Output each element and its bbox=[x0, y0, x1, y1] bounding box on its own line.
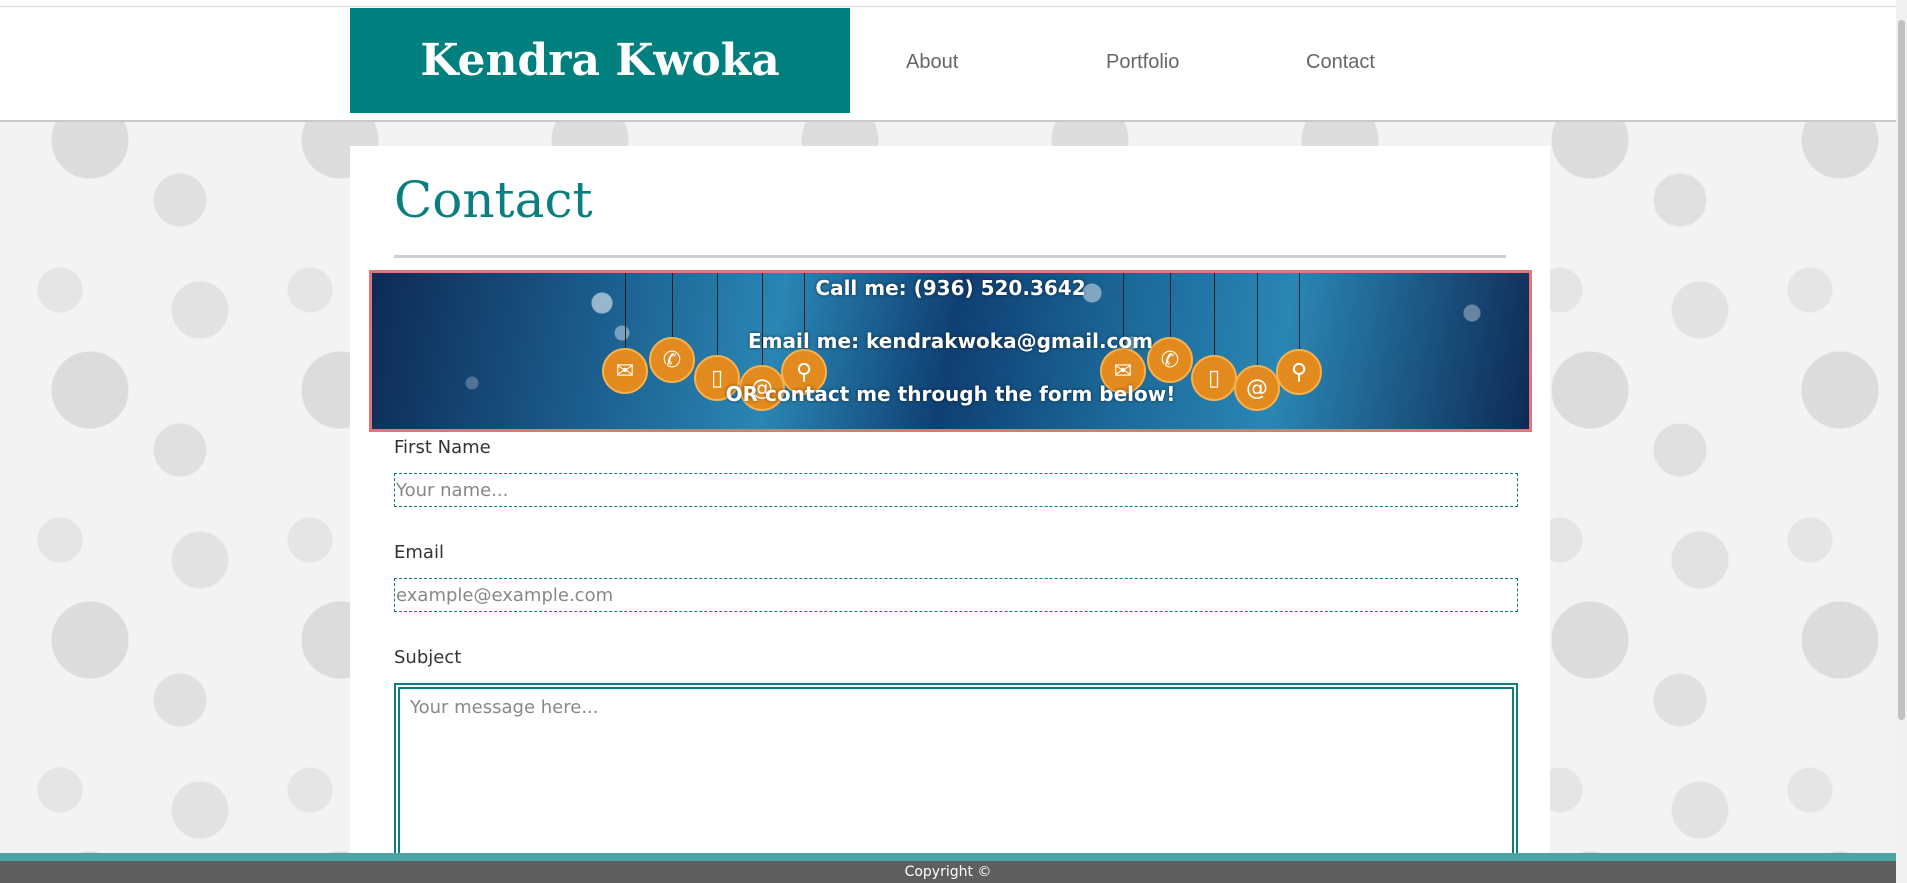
nav-link-about[interactable]: About bbox=[906, 51, 958, 74]
copyright-text: Copyright © bbox=[904, 864, 992, 880]
banner-phone: Call me: (936) 520.3642 bbox=[815, 276, 1086, 300]
email-label: Email bbox=[394, 542, 444, 563]
subject-textarea[interactable] bbox=[394, 683, 1518, 863]
page-title: Contact bbox=[394, 171, 593, 229]
page-scrollbar[interactable] bbox=[1896, 0, 1907, 883]
first-name-label: First Name bbox=[394, 437, 491, 458]
banner-email: Email me: kendrakwoka@gmail.com bbox=[748, 329, 1153, 353]
site-brand[interactable]: Kendra Kwoka bbox=[350, 8, 850, 113]
site-header: Kendra Kwoka About Portfolio Contact bbox=[0, 7, 1896, 122]
banner-form-hint: OR contact me through the form below! bbox=[725, 382, 1176, 406]
email-input[interactable] bbox=[394, 578, 1518, 612]
title-divider bbox=[394, 255, 1506, 258]
scrollbar-thumb[interactable] bbox=[1898, 20, 1905, 720]
nav-link-contact[interactable]: Contact bbox=[1306, 51, 1375, 74]
contact-banner: ✉ ✆ ▯ @ ⚲ ✉ ✆ ▯ @ ⚲ Call me: (936) 520.3… bbox=[369, 270, 1532, 432]
nav-link-portfolio[interactable]: Portfolio bbox=[1106, 51, 1179, 74]
browser-top-edge bbox=[0, 0, 1907, 7]
subject-label: Subject bbox=[394, 647, 462, 668]
site-footer: Copyright © bbox=[0, 853, 1896, 883]
contact-panel: Contact ✉ ✆ ▯ @ ⚲ ✉ ✆ ▯ @ ⚲ Call me: (93… bbox=[350, 146, 1550, 883]
first-name-input[interactable] bbox=[394, 473, 1518, 507]
